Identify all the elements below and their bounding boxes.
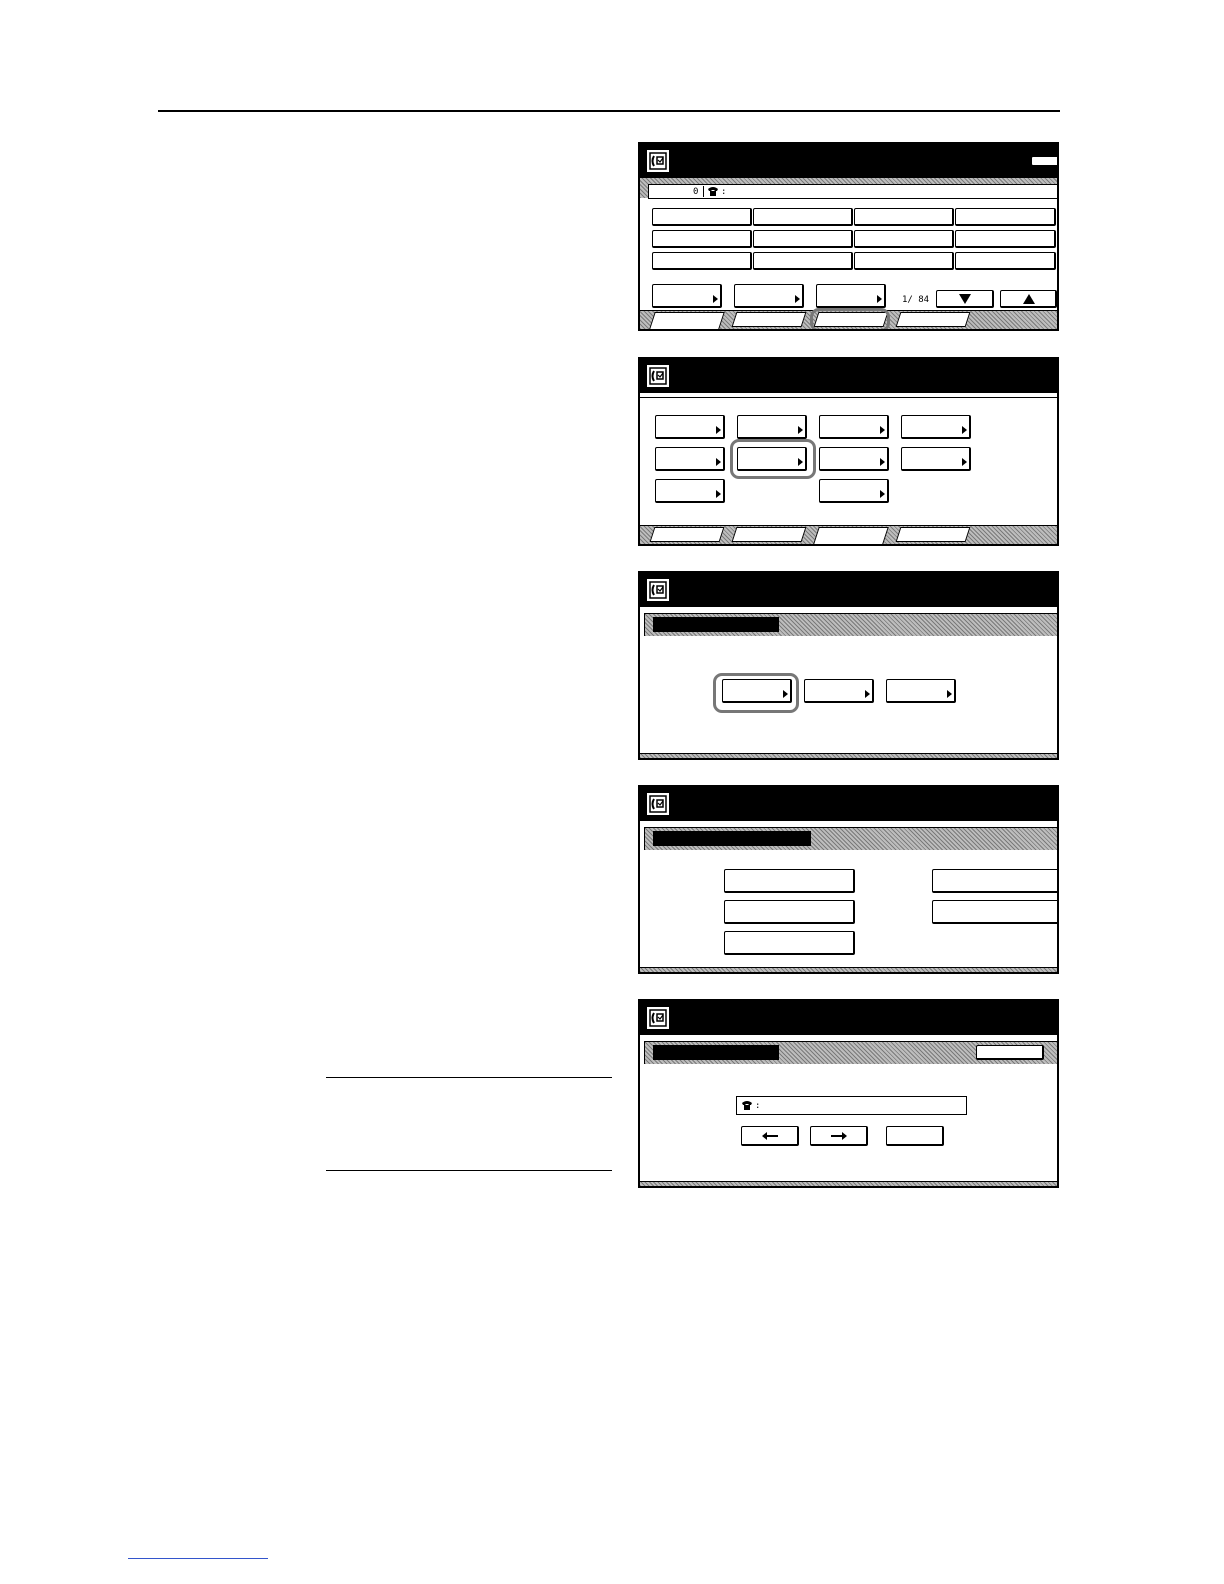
destination-count: 0	[693, 187, 699, 197]
setting-button-4[interactable]	[932, 869, 1057, 893]
tab-3-highlight	[810, 308, 890, 329]
header-action-button[interactable]	[976, 1045, 1044, 1060]
option-button-1[interactable]	[652, 284, 722, 308]
note-bottom-rule	[326, 1170, 612, 1171]
address-button-1[interactable]	[652, 208, 752, 226]
address-button-11[interactable]	[854, 252, 954, 270]
menu-button-9[interactable]	[655, 479, 725, 503]
tab-3[interactable]	[813, 527, 889, 544]
sub-option-screen	[638, 571, 1059, 760]
sub-option-button-2[interactable]	[804, 679, 874, 703]
screen-titlebar	[640, 787, 1057, 821]
address-button-9[interactable]	[652, 252, 752, 270]
arrow-down-icon	[959, 294, 971, 304]
fax-icon	[647, 365, 669, 387]
footer-link-underline[interactable]	[128, 1558, 268, 1559]
address-button-12[interactable]	[955, 252, 1056, 270]
address-button-5[interactable]	[652, 230, 752, 248]
page-top-rule	[158, 110, 1060, 112]
option-button-2[interactable]	[734, 284, 804, 308]
cursor-left-button[interactable]	[741, 1126, 799, 1146]
fax-icon	[647, 579, 669, 601]
address-button-10[interactable]	[753, 252, 853, 270]
tab-1[interactable]	[649, 312, 725, 329]
section-label	[653, 617, 779, 632]
fax-icon	[647, 793, 669, 815]
number-entry-action-button[interactable]	[886, 1126, 944, 1146]
phone-icon	[707, 186, 719, 201]
arrow-right-icon	[831, 1132, 847, 1140]
address-button-3[interactable]	[854, 208, 954, 226]
page-indicator: 1/ 84	[902, 295, 930, 305]
tab-2[interactable]	[731, 312, 807, 327]
fax-number-input[interactable]: :	[736, 1096, 967, 1115]
setting-button-1[interactable]	[724, 869, 855, 893]
section-header	[644, 613, 1057, 636]
scroll-up-button[interactable]	[1000, 290, 1057, 308]
destination-screen: 0 : 1/ 84	[638, 142, 1059, 331]
setting-button-5[interactable]	[932, 900, 1057, 924]
section-label	[653, 831, 811, 846]
screen-titlebar	[640, 144, 1057, 178]
screen-titlebar	[640, 573, 1057, 607]
section-header	[644, 827, 1057, 850]
arrow-up-icon	[1023, 294, 1035, 304]
address-button-4[interactable]	[955, 208, 1056, 226]
section-header	[644, 1041, 1057, 1064]
phone-icon	[741, 1100, 753, 1115]
tab-2[interactable]	[731, 527, 807, 542]
sub-option-button-3[interactable]	[886, 679, 956, 703]
menu-button-6-highlight	[730, 439, 816, 479]
menu-button-1[interactable]	[655, 415, 725, 439]
menu-button-2[interactable]	[737, 415, 807, 439]
screen-titlebar	[640, 1001, 1057, 1035]
cursor-right-button[interactable]	[810, 1126, 868, 1146]
address-button-2[interactable]	[753, 208, 853, 226]
option-button-3[interactable]	[816, 284, 886, 308]
screen-titlebar	[640, 359, 1057, 393]
sub-option-button-1-highlight	[713, 673, 799, 713]
address-button-6[interactable]	[753, 230, 853, 248]
destination-field[interactable]: 0 :	[648, 184, 1057, 201]
address-button-7[interactable]	[854, 230, 954, 248]
menu-button-10[interactable]	[819, 479, 889, 503]
top-right-button[interactable]	[1031, 156, 1057, 166]
tab-4[interactable]	[895, 312, 971, 327]
fax-icon	[647, 150, 669, 172]
number-entry-screen: :	[638, 999, 1059, 1188]
fax-icon	[647, 1007, 669, 1029]
menu-button-4[interactable]	[901, 415, 971, 439]
setting-button-2[interactable]	[724, 900, 855, 924]
tab-4[interactable]	[895, 527, 971, 542]
note-top-rule	[326, 1077, 612, 1078]
tab-1[interactable]	[649, 527, 725, 542]
menu-button-7[interactable]	[819, 447, 889, 471]
section-label	[653, 1045, 779, 1060]
setting-button-3[interactable]	[724, 931, 855, 955]
menu-button-3[interactable]	[819, 415, 889, 439]
scroll-down-button[interactable]	[936, 290, 994, 308]
settings-screen	[638, 785, 1059, 974]
function-menu-screen	[638, 357, 1059, 546]
address-button-8[interactable]	[955, 230, 1056, 248]
menu-button-8[interactable]	[901, 447, 971, 471]
menu-button-5[interactable]	[655, 447, 725, 471]
arrow-left-icon	[762, 1132, 778, 1140]
